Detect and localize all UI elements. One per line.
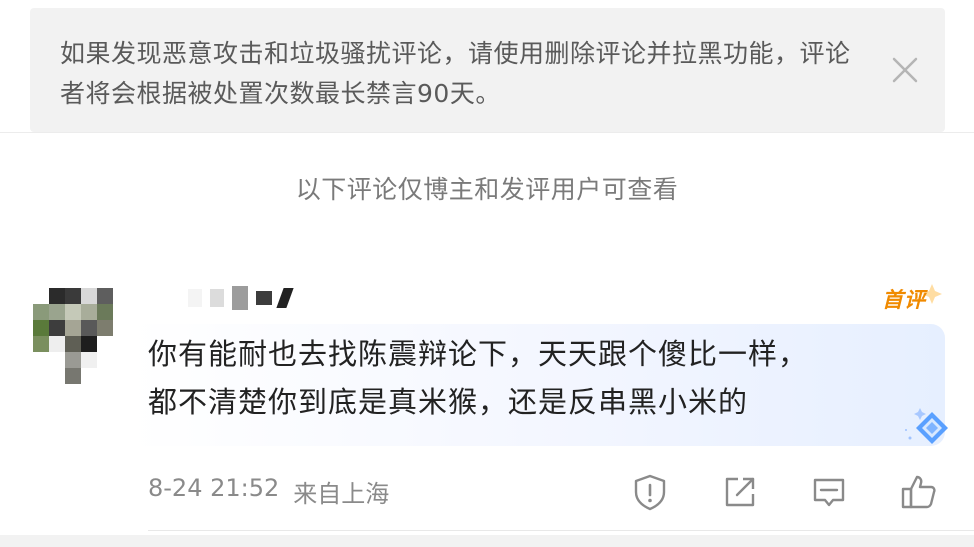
comment-location: 来自上海 [293,480,390,508]
section-separator [0,535,974,547]
divider [148,530,974,531]
visibility-hint: 以下评论仅博主和发评用户可查看 [295,175,679,204]
comment-text: 你有能耐也去找陈震辩论下，天天跟个傻比一样， 都不清楚你到底是真米猴，还是反串黑… [148,337,809,419]
close-icon[interactable] [891,56,919,84]
reply-icon[interactable] [809,472,849,512]
first-comment-label: 首评 [882,288,926,312]
share-icon[interactable] [720,472,760,512]
comment-timestamp: 8-24 21:52 [148,474,280,502]
moderation-notice: 如果发现恶意攻击和垃圾骚扰评论，请使用删除评论并拉黑功能，评论者将会根据被处置次… [30,8,945,132]
notice-text: 如果发现恶意攻击和垃圾骚扰评论，请使用删除评论并拉黑功能，评论者将会根据被处置次… [60,39,851,108]
username-redacted[interactable] [188,286,294,310]
first-comment-badge: 首评 [880,282,946,314]
like-icon[interactable] [899,472,939,512]
report-icon[interactable] [630,472,670,512]
avatar[interactable] [33,288,129,384]
comment-meta: 8-24 21:52 来自上海 [148,474,389,509]
diamond-icon [905,408,948,444]
divider [0,132,974,133]
comment-bubble[interactable]: 你有能耐也去找陈震辩论下，天天跟个傻比一样， 都不清楚你到底是真米猴，还是反串黑… [130,324,945,446]
